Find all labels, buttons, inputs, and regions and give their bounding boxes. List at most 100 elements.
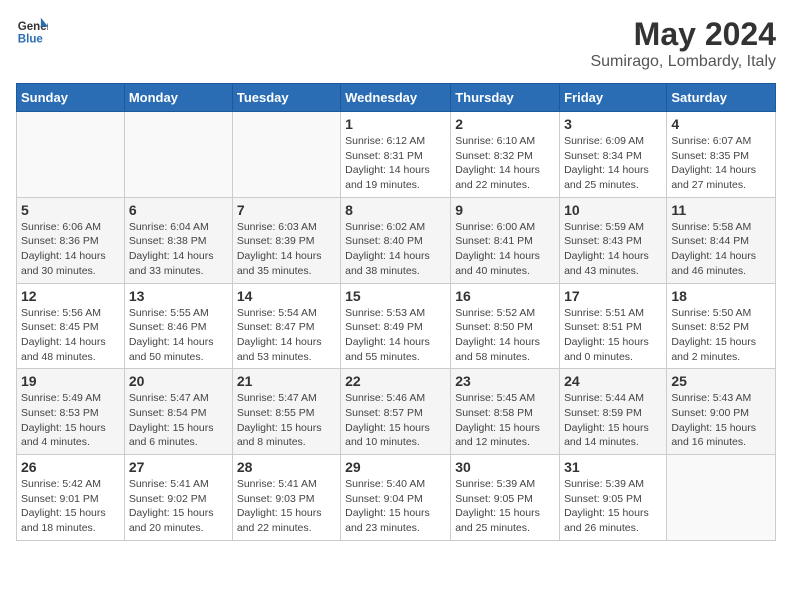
calendar-cell: 20Sunrise: 5:47 AM Sunset: 8:54 PM Dayli… [124, 369, 232, 455]
day-info: Sunrise: 6:09 AM Sunset: 8:34 PM Dayligh… [564, 134, 662, 193]
day-info: Sunrise: 5:46 AM Sunset: 8:57 PM Dayligh… [345, 391, 446, 450]
day-info: Sunrise: 6:00 AM Sunset: 8:41 PM Dayligh… [455, 220, 555, 279]
calendar-cell: 25 Sunrise: 5:43 AM Sunset: 9:00 PM Dayli… [667, 369, 776, 455]
day-number: 1 [345, 116, 446, 132]
calendar-cell: 1 Sunrise: 6:12 AM Sunset: 8:31 PM Daylig… [341, 112, 451, 198]
day-number: 23 [455, 373, 555, 389]
calendar-cell: 18 Sunrise: 5:50 AM Sunset: 8:52 PM Dayli… [667, 283, 776, 369]
day-info: Sunrise: 5:56 AM Sunset: 8:45 PM Dayligh… [21, 306, 120, 365]
header: General Blue May 2024 Sumirago, Lombardy… [16, 16, 776, 71]
day-info: Sunrise: 5:44 AM Sunset: 8:59 PM Dayligh… [564, 391, 662, 450]
day-info: Sunrise: 5:41 AM Sunset: 9:03 PM Dayligh… [237, 477, 336, 536]
weekday-header-thursday: Thursday [451, 84, 560, 112]
calendar-cell: 11 Sunrise: 5:58 AM Sunset: 8:44 PM Dayli… [667, 197, 776, 283]
calendar-week-row: 26 Sunrise: 5:42 AM Sunset: 9:01 PM Dayli… [17, 455, 776, 541]
day-info: Sunrise: 6:07 AM Sunset: 8:35 PM Dayligh… [671, 134, 771, 193]
calendar-cell [17, 112, 125, 198]
weekday-header-row: SundayMondayTuesdayWednesdayThursdayFrid… [17, 84, 776, 112]
calendar-week-row: 5Sunrise: 6:06 AM Sunset: 8:36 PM Daylig… [17, 197, 776, 283]
day-number: 27 [129, 459, 228, 475]
weekday-header-saturday: Saturday [667, 84, 776, 112]
day-number: 14 [237, 288, 336, 304]
month-title: May 2024 [590, 16, 776, 53]
calendar-cell: 9 Sunrise: 6:00 AM Sunset: 8:41 PM Daylig… [451, 197, 560, 283]
day-number: 25 [671, 373, 771, 389]
calendar-cell: 4 Sunrise: 6:07 AM Sunset: 8:35 PM Daylig… [667, 112, 776, 198]
day-info: Sunrise: 5:51 AM Sunset: 8:51 PM Dayligh… [564, 306, 662, 365]
day-number: 29 [345, 459, 446, 475]
day-number: 22 [345, 373, 446, 389]
day-number: 8 [345, 202, 446, 218]
day-info: Sunrise: 5:58 AM Sunset: 8:44 PM Dayligh… [671, 220, 771, 279]
day-info: Sunrise: 5:49 AM Sunset: 8:53 PM Dayligh… [21, 391, 120, 450]
day-number: 12 [21, 288, 120, 304]
day-number: 17 [564, 288, 662, 304]
calendar-week-row: 1 Sunrise: 6:12 AM Sunset: 8:31 PM Daylig… [17, 112, 776, 198]
day-info: Sunrise: 5:39 AM Sunset: 9:05 PM Dayligh… [455, 477, 555, 536]
weekday-header-monday: Monday [124, 84, 232, 112]
day-info: Sunrise: 5:41 AM Sunset: 9:02 PM Dayligh… [129, 477, 228, 536]
calendar-cell: 3 Sunrise: 6:09 AM Sunset: 8:34 PM Daylig… [560, 112, 667, 198]
day-number: 11 [671, 202, 771, 218]
day-info: Sunrise: 6:12 AM Sunset: 8:31 PM Dayligh… [345, 134, 446, 193]
calendar-cell [232, 112, 340, 198]
day-info: Sunrise: 5:43 AM Sunset: 9:00 PM Dayligh… [671, 391, 771, 450]
day-number: 6 [129, 202, 228, 218]
calendar-week-row: 12 Sunrise: 5:56 AM Sunset: 8:45 PM Dayli… [17, 283, 776, 369]
calendar-table: SundayMondayTuesdayWednesdayThursdayFrid… [16, 83, 776, 541]
calendar-cell: 5Sunrise: 6:06 AM Sunset: 8:36 PM Daylig… [17, 197, 125, 283]
day-number: 19 [21, 373, 120, 389]
day-number: 31 [564, 459, 662, 475]
day-info: Sunrise: 5:42 AM Sunset: 9:01 PM Dayligh… [21, 477, 120, 536]
calendar-cell: 28Sunrise: 5:41 AM Sunset: 9:03 PM Dayli… [232, 455, 340, 541]
day-number: 18 [671, 288, 771, 304]
calendar-cell [124, 112, 232, 198]
day-info: Sunrise: 5:45 AM Sunset: 8:58 PM Dayligh… [455, 391, 555, 450]
calendar-cell: 8Sunrise: 6:02 AM Sunset: 8:40 PM Daylig… [341, 197, 451, 283]
calendar-cell: 17 Sunrise: 5:51 AM Sunset: 8:51 PM Dayli… [560, 283, 667, 369]
day-info: Sunrise: 5:50 AM Sunset: 8:52 PM Dayligh… [671, 306, 771, 365]
day-number: 15 [345, 288, 446, 304]
calendar-cell: 13Sunrise: 5:55 AM Sunset: 8:46 PM Dayli… [124, 283, 232, 369]
day-info: Sunrise: 5:39 AM Sunset: 9:05 PM Dayligh… [564, 477, 662, 536]
day-number: 30 [455, 459, 555, 475]
calendar-cell: 24Sunrise: 5:44 AM Sunset: 8:59 PM Dayli… [560, 369, 667, 455]
day-number: 26 [21, 459, 120, 475]
weekday-header-friday: Friday [560, 84, 667, 112]
calendar-cell: 27 Sunrise: 5:41 AM Sunset: 9:02 PM Dayli… [124, 455, 232, 541]
svg-text:Blue: Blue [18, 34, 44, 46]
calendar-cell: 7Sunrise: 6:03 AM Sunset: 8:39 PM Daylig… [232, 197, 340, 283]
calendar-cell: 12 Sunrise: 5:56 AM Sunset: 8:45 PM Dayli… [17, 283, 125, 369]
calendar-cell: 21 Sunrise: 5:47 AM Sunset: 8:55 PM Dayli… [232, 369, 340, 455]
day-number: 13 [129, 288, 228, 304]
calendar-cell: 6 Sunrise: 6:04 AM Sunset: 8:38 PM Daylig… [124, 197, 232, 283]
calendar-cell: 15 Sunrise: 5:53 AM Sunset: 8:49 PM Dayli… [341, 283, 451, 369]
day-number: 9 [455, 202, 555, 218]
calendar-cell: 2Sunrise: 6:10 AM Sunset: 8:32 PM Daylig… [451, 112, 560, 198]
weekday-header-wednesday: Wednesday [341, 84, 451, 112]
day-number: 4 [671, 116, 771, 132]
calendar-week-row: 19 Sunrise: 5:49 AM Sunset: 8:53 PM Dayli… [17, 369, 776, 455]
title-area: May 2024 Sumirago, Lombardy, Italy [590, 16, 776, 71]
calendar-cell: 16Sunrise: 5:52 AM Sunset: 8:50 PM Dayli… [451, 283, 560, 369]
day-info: Sunrise: 6:04 AM Sunset: 8:38 PM Dayligh… [129, 220, 228, 279]
calendar-cell [667, 455, 776, 541]
calendar-cell: 29Sunrise: 5:40 AM Sunset: 9:04 PM Dayli… [341, 455, 451, 541]
calendar-cell: 10Sunrise: 5:59 AM Sunset: 8:43 PM Dayli… [560, 197, 667, 283]
location-title: Sumirago, Lombardy, Italy [590, 53, 776, 71]
day-info: Sunrise: 5:54 AM Sunset: 8:47 PM Dayligh… [237, 306, 336, 365]
weekday-header-sunday: Sunday [17, 84, 125, 112]
day-info: Sunrise: 5:52 AM Sunset: 8:50 PM Dayligh… [455, 306, 555, 365]
day-number: 21 [237, 373, 336, 389]
day-info: Sunrise: 5:47 AM Sunset: 8:55 PM Dayligh… [237, 391, 336, 450]
day-info: Sunrise: 5:59 AM Sunset: 8:43 PM Dayligh… [564, 220, 662, 279]
day-number: 2 [455, 116, 555, 132]
calendar-cell: 31 Sunrise: 5:39 AM Sunset: 9:05 PM Dayli… [560, 455, 667, 541]
day-number: 3 [564, 116, 662, 132]
day-number: 20 [129, 373, 228, 389]
day-info: Sunrise: 5:53 AM Sunset: 8:49 PM Dayligh… [345, 306, 446, 365]
weekday-header-tuesday: Tuesday [232, 84, 340, 112]
day-info: Sunrise: 6:06 AM Sunset: 8:36 PM Dayligh… [21, 220, 120, 279]
day-info: Sunrise: 6:03 AM Sunset: 8:39 PM Dayligh… [237, 220, 336, 279]
calendar-cell: 19 Sunrise: 5:49 AM Sunset: 8:53 PM Dayli… [17, 369, 125, 455]
